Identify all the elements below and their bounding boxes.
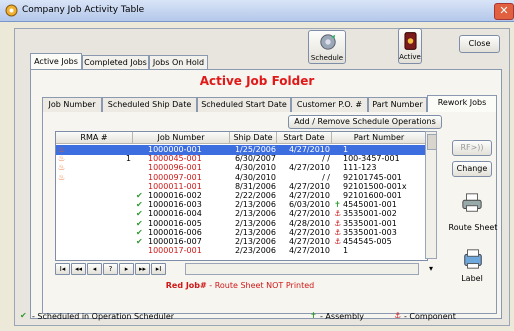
header-label: Job Number xyxy=(157,133,205,142)
add-remove-label: Add / Remove Schedule Operations xyxy=(294,117,436,126)
tab-completed-jobs[interactable]: Completed Jobs xyxy=(82,55,149,70)
route-sheet-label: Route Sheet xyxy=(448,223,498,232)
column-header-rma[interactable]: RMA # xyxy=(56,132,133,144)
tab-label: Job Number xyxy=(48,100,96,109)
rf-button[interactable]: RF>)) xyxy=(452,140,492,156)
tab-label: Scheduled Start Date xyxy=(201,100,287,109)
record-nav-button[interactable]: ◂ xyxy=(87,263,102,275)
header-label: RMA # xyxy=(80,133,108,142)
red-job-label: Red Job# xyxy=(165,281,207,290)
part-number-cell: 1 xyxy=(343,246,349,256)
tab-customer-po[interactable]: Customer P.O. # xyxy=(291,97,368,112)
printer-icon xyxy=(462,193,482,212)
legend-scheduled: - Scheduled in Operation Scheduler xyxy=(32,312,175,321)
tab-part-number[interactable]: Part Number xyxy=(368,97,427,112)
header-label: Ship Date xyxy=(233,133,273,142)
rf-label: RF>)) xyxy=(460,143,484,152)
record-nav-button[interactable]: I◂ xyxy=(55,263,70,275)
record-nav-button[interactable]: ◂◂ xyxy=(71,263,86,275)
tab-scheduled-ship-date[interactable]: Scheduled Ship Date xyxy=(102,97,197,112)
record-nav-button[interactable]: ▸I xyxy=(151,263,166,275)
tab-job-number[interactable]: Job Number xyxy=(42,97,102,112)
tab-label: Active Jobs xyxy=(34,57,78,66)
tab-label: Customer P.O. # xyxy=(296,100,363,109)
label-button[interactable]: Label xyxy=(452,248,492,288)
tab-jobs-on-hold[interactable]: Jobs On Hold xyxy=(149,55,208,70)
record-nav-button[interactable]: ▸ xyxy=(119,263,134,275)
window-title: Company Job Activity Table xyxy=(22,5,145,15)
record-nav-button[interactable]: ? xyxy=(103,263,118,275)
status-line: Red Job# - Route Sheet NOT Printed xyxy=(0,281,480,290)
column-header-ship-date[interactable]: Ship Date xyxy=(230,132,277,144)
route-sheet-button[interactable]: Route Sheet xyxy=(448,192,498,240)
change-label: Change xyxy=(456,164,488,173)
folder-title: Active Job Folder xyxy=(199,74,315,88)
header-label: Part Number xyxy=(353,133,405,142)
start-date-cell: 4/27/2010 xyxy=(288,246,330,256)
horizontal-scrollbar[interactable] xyxy=(185,263,419,275)
tab-rework-jobs[interactable]: Rework Jobs xyxy=(427,95,497,112)
tab-active-jobs[interactable]: Active Jobs xyxy=(30,53,82,70)
title-bar: Company Job Activity Table ✕ xyxy=(0,0,514,22)
navigation-bar: I◂ ◂◂ ◂? ▸ ▸▸ ▸I ▾ xyxy=(55,263,437,275)
active-label: Active xyxy=(399,53,421,61)
tab-label: Rework Jobs xyxy=(437,98,487,107)
active-icon xyxy=(404,32,417,50)
window-close-button[interactable]: ✕ xyxy=(494,3,514,20)
close-label: Close xyxy=(468,39,491,48)
tab-label: Scheduled Ship Date xyxy=(107,100,192,109)
record-nav-button[interactable]: ▸▸ xyxy=(135,263,150,275)
jobs-table[interactable]: RMA # Job Number Ship Date Start Date Pa… xyxy=(55,131,428,261)
schedule-button[interactable]: Schedule xyxy=(308,30,346,64)
scroll-thumb[interactable] xyxy=(427,134,437,150)
column-header-job-number[interactable]: Job Number xyxy=(133,132,230,144)
status-text: - Route Sheet NOT Printed xyxy=(206,281,315,290)
legend: ✔ - Scheduled in Operation Scheduler ✝ -… xyxy=(20,311,500,324)
add-remove-schedule-button[interactable]: Add / Remove Schedule Operations xyxy=(288,115,442,129)
header-label: Start Date xyxy=(283,133,325,142)
label-label: Label xyxy=(461,274,483,283)
change-button[interactable]: Change xyxy=(452,161,492,177)
column-header-part-number[interactable]: Part Number xyxy=(332,132,427,144)
job-number-cell: 1000017-001 xyxy=(148,246,202,256)
dropdown-arrow-icon[interactable]: ▾ xyxy=(425,263,437,275)
check-legend-icon: ✔ xyxy=(20,311,27,320)
legend-assembly: - Assembly xyxy=(320,312,364,321)
assembly-legend-icon: ✝ xyxy=(310,311,317,320)
app-icon xyxy=(5,4,18,17)
label-printer-icon xyxy=(464,249,482,269)
close-button[interactable]: Close xyxy=(459,35,500,53)
tab-scheduled-start-date[interactable]: Scheduled Start Date xyxy=(197,97,291,112)
schedule-label: Schedule xyxy=(310,54,344,62)
active-button[interactable]: Active xyxy=(398,28,422,64)
legend-component: - Component xyxy=(404,312,456,321)
rma-cell xyxy=(66,246,131,256)
column-header-start-date[interactable]: Start Date xyxy=(277,132,332,144)
tab-label: Jobs On Hold xyxy=(152,58,205,67)
component-legend-icon: ⚓ xyxy=(394,311,402,320)
tab-label: Completed Jobs xyxy=(84,58,147,67)
table-row[interactable]: 1000017-001 2/23/2006 4/27/2010 1 xyxy=(56,246,427,256)
ship-date-cell: 2/23/2006 xyxy=(234,246,276,256)
tab-label: Part Number xyxy=(372,100,423,109)
vertical-scrollbar[interactable] xyxy=(425,131,437,259)
schedule-icon xyxy=(320,34,336,50)
